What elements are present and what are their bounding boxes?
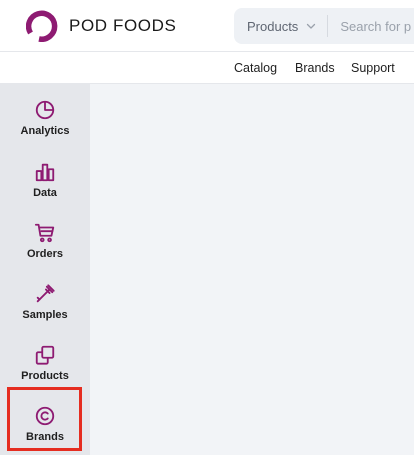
sidebar-item-label: Data xyxy=(33,187,57,199)
cart-icon xyxy=(34,223,55,243)
sidebar-item-brands[interactable]: Brands xyxy=(0,394,90,455)
sidebar: Analytics Data Orders Samples Products B… xyxy=(0,84,90,455)
search-bar: Products xyxy=(234,8,414,44)
sidebar-item-label: Products xyxy=(21,370,69,382)
sidebar-item-orders[interactable]: Orders xyxy=(0,211,90,272)
sidebar-item-label: Samples xyxy=(22,309,68,321)
search-scope-select[interactable]: Products xyxy=(234,8,317,44)
pod-foods-logo-icon xyxy=(26,10,58,42)
chevron-down-icon xyxy=(307,23,316,29)
nav-link-support[interactable]: Support xyxy=(351,61,395,75)
search-divider xyxy=(327,15,329,37)
pie-chart-icon xyxy=(35,100,55,120)
brand-name: POD FOODS xyxy=(69,16,177,35)
logo[interactable]: POD FOODS xyxy=(26,10,176,42)
sidebar-item-analytics[interactable]: Analytics xyxy=(0,88,90,149)
pipette-icon xyxy=(36,284,55,303)
copyright-icon xyxy=(35,406,55,426)
bar-chart-icon xyxy=(35,163,55,182)
sidebar-item-samples[interactable]: Samples xyxy=(0,272,90,333)
search-input[interactable] xyxy=(340,18,414,34)
nav-link-catalog[interactable]: Catalog xyxy=(234,61,277,75)
nav-link-brands[interactable]: Brands xyxy=(295,61,335,75)
top-bar: POD FOODS Products xyxy=(0,0,414,52)
sidebar-item-label: Orders xyxy=(26,248,64,260)
secondary-nav: Catalog Brands Support xyxy=(0,53,414,84)
main-content xyxy=(90,84,414,455)
copy-icon xyxy=(35,345,55,365)
sidebar-item-products[interactable]: Products xyxy=(0,333,90,394)
sidebar-item-data[interactable]: Data xyxy=(0,150,90,211)
search-scope-label: Products xyxy=(247,18,299,34)
sidebar-item-label: Analytics xyxy=(20,125,70,137)
sidebar-item-label: Brands xyxy=(26,431,64,443)
